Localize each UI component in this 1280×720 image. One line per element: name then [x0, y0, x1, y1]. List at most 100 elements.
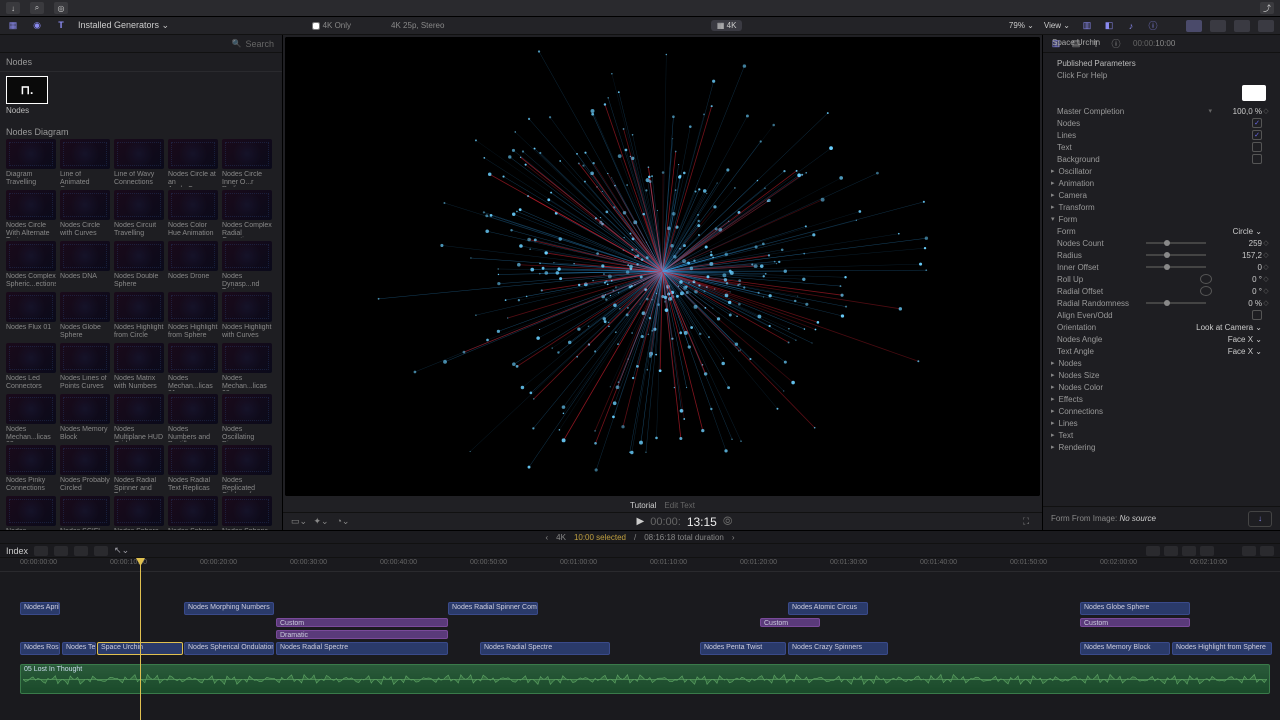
generator-item[interactable]: Nodes Mechan...licas 01	[168, 343, 218, 391]
4k-only-checkbox[interactable]	[312, 22, 320, 30]
timeline-clip[interactable]: Custom	[760, 618, 820, 627]
generator-item[interactable]: Nodes Mechan...licas 02	[222, 343, 272, 391]
generator-item[interactable]: Nodes Highlight from Sphere	[168, 292, 218, 340]
timeline-clip[interactable]: Nodes Atomic Circus	[788, 602, 868, 615]
save-preset-button[interactable]: ↓	[1248, 511, 1272, 527]
timeline-body[interactable]: 00:00:00:0000:00:10:0000:00:20:0000:00:3…	[0, 558, 1280, 720]
timeline-clip[interactable]: Nodes Memory Block	[1080, 642, 1170, 655]
inspector-tab-info[interactable]: ⓘ	[1109, 38, 1123, 50]
import-icon[interactable]: ↓	[6, 2, 20, 14]
tl-tool-1[interactable]	[34, 546, 48, 556]
tag-icon[interactable]: ◎	[54, 2, 68, 14]
inspector-video-icon[interactable]: ▥	[1080, 19, 1094, 33]
generator-item[interactable]: Nodes Sphere with Text	[168, 496, 218, 530]
generator-item[interactable]: Nodes Replicated Circles of Circles	[222, 445, 272, 493]
param-text[interactable]: Text	[1043, 141, 1280, 153]
titles-icon[interactable]: 𝐓	[54, 19, 68, 33]
generator-item[interactable]: Nodes Radial Text Replicas	[168, 445, 218, 493]
tl-snap-icon[interactable]	[1200, 546, 1214, 556]
generator-item[interactable]: Nodes Radial Spinner and Text	[114, 445, 164, 493]
generator-item[interactable]: Nodes Led Connectors	[6, 343, 56, 391]
timeline-clip[interactable]: Nodes Crazy Spinners	[788, 642, 888, 655]
group-connections[interactable]: Connections	[1043, 405, 1280, 417]
generator-item[interactable]: Line of Animated Curves	[60, 139, 110, 187]
fit-menu[interactable]: ▭⌄	[291, 516, 307, 528]
help-row[interactable]: Click For Help	[1043, 69, 1280, 81]
tutorial-button[interactable]: Tutorial	[630, 501, 656, 510]
view-menu[interactable]: View ⌄	[1044, 21, 1070, 30]
timeline-clip[interactable]: Nodes Radial Spectre	[480, 642, 610, 655]
group-rendering[interactable]: Rendering	[1043, 441, 1280, 453]
param-form-type[interactable]: FormCircle ⌄	[1043, 225, 1280, 237]
generator-item[interactable]: Nodes Circle Inner O...r Radius	[222, 139, 272, 187]
timeline-clip[interactable]: Nodes Rose...	[20, 642, 60, 655]
generator-item[interactable]: Nodes Sphere with Atoms	[114, 496, 164, 530]
group-camera[interactable]: Camera	[1043, 189, 1280, 201]
param-nodes-angle[interactable]: Nodes AngleFace X ⌄	[1043, 333, 1280, 345]
master-generator-item[interactable]: ⊓. Nodes	[0, 72, 282, 119]
timeline-clip[interactable]: Nodes Globe Sphere	[1080, 602, 1190, 615]
inspector-info-icon[interactable]: ⓘ	[1146, 19, 1160, 33]
timeline-clip[interactable]: Nodes Radial Spinner Complex	[448, 602, 538, 615]
loop-icon[interactable]: ⦾	[723, 514, 733, 529]
timeline-clip[interactable]: Nodes Spherical Ondulation	[184, 642, 274, 655]
tl-view-2[interactable]	[1260, 546, 1274, 556]
group-form[interactable]: Form	[1043, 213, 1280, 225]
share-icon[interactable]: ⤴	[1260, 2, 1274, 14]
group-animation[interactable]: Animation	[1043, 177, 1280, 189]
group-lines[interactable]: Lines	[1043, 417, 1280, 429]
generator-item[interactable]: Nodes Oscillating Diagram	[222, 394, 272, 442]
tl-arrow-tool[interactable]: ↖⌄	[114, 545, 129, 556]
param-radius[interactable]: Radius157,2◇	[1043, 249, 1280, 261]
generator-item[interactable]: Nodes Double Sphere	[114, 241, 164, 289]
param-lines[interactable]: Lines✓	[1043, 129, 1280, 141]
timeline-clip[interactable]: Nodes Highlight from Sphere	[1172, 642, 1272, 655]
param-text-angle[interactable]: Text AngleFace X ⌄	[1043, 345, 1280, 357]
param-master-completion[interactable]: Master Completion▾ 100,0 %◇	[1043, 105, 1280, 117]
generator-item[interactable]: Nodes Lines of Points Curves	[60, 343, 110, 391]
group-nodes[interactable]: Nodes	[1043, 357, 1280, 369]
timeline-clip[interactable]: Nodes Penta Twist	[700, 642, 786, 655]
generator-item[interactable]: Nodes Circle With Alternate Text	[6, 190, 56, 238]
param-inner-offset[interactable]: Inner Offset0◇	[1043, 261, 1280, 273]
timeline-clip[interactable]: Nodes Text...	[62, 642, 96, 655]
generator-item[interactable]: Nodes Highlight with Curves	[222, 292, 272, 340]
library-dropdown[interactable]: Installed Generators ⌄	[78, 20, 169, 31]
search-input[interactable]: Search	[0, 35, 282, 53]
tl-solo-icon[interactable]	[1182, 546, 1196, 556]
generator-item[interactable]: Line of Wavy Connections	[114, 139, 164, 187]
generator-item[interactable]: Nodes Multiplane HUD Grid	[114, 394, 164, 442]
generator-item[interactable]: Nodes Globe Sphere	[60, 292, 110, 340]
generator-item[interactable]: Nodes Pinky Connections	[6, 445, 56, 493]
group-effects[interactable]: Effects	[1043, 393, 1280, 405]
tl-prev-icon[interactable]: ‹	[545, 533, 548, 542]
group-nodes-size[interactable]: Nodes Size	[1043, 369, 1280, 381]
photos-icon[interactable]: ◉	[30, 19, 44, 33]
generator-item[interactable]: Nodes Mechan...licas 03	[6, 394, 56, 442]
timeline-clip[interactable]: Nodes April...	[20, 602, 60, 615]
group-text[interactable]: Text	[1043, 429, 1280, 441]
generator-item[interactable]: Nodes Matrix with Numbers	[114, 343, 164, 391]
fullscreen-icon[interactable]: ⛶	[1018, 516, 1034, 528]
generator-item[interactable]: Nodes Circuit Travelling	[114, 190, 164, 238]
layout-btn-4[interactable]	[1258, 20, 1274, 32]
tl-skimming-icon[interactable]	[1146, 546, 1160, 556]
group-nodes-color[interactable]: Nodes Color	[1043, 381, 1280, 393]
audio-clip[interactable]: 05 Lost In Thought	[20, 664, 1270, 694]
tl-tool-2[interactable]	[54, 546, 68, 556]
param-orientation[interactable]: OrientationLook at Camera ⌄	[1043, 321, 1280, 333]
playhead[interactable]	[140, 558, 141, 720]
inspector-audio-icon[interactable]: ♪	[1124, 19, 1138, 33]
param-radial-randomness[interactable]: Radial Randomness0 %◇	[1043, 297, 1280, 309]
timeline-clip[interactable]: Custom	[1080, 618, 1190, 627]
generator-item[interactable]: Nodes Probably Circled	[60, 445, 110, 493]
layout-btn-1[interactable]	[1186, 20, 1202, 32]
generator-item[interactable]: Nodes Dynasp...nd Text	[222, 241, 272, 289]
timeline-clip[interactable]: Custom	[276, 618, 448, 627]
tl-audio-skim-icon[interactable]	[1164, 546, 1178, 556]
generator-item[interactable]: Nodes Circle with Curves	[60, 190, 110, 238]
timeline-clip[interactable]: Dramatic	[276, 630, 448, 639]
generator-item[interactable]: Nodes SCIFI Pentagon Tunnel	[60, 496, 110, 530]
zoom-percent[interactable]: 79% ⌄	[1009, 21, 1034, 30]
generator-item[interactable]: Nodes Highlight from Circle	[114, 292, 164, 340]
